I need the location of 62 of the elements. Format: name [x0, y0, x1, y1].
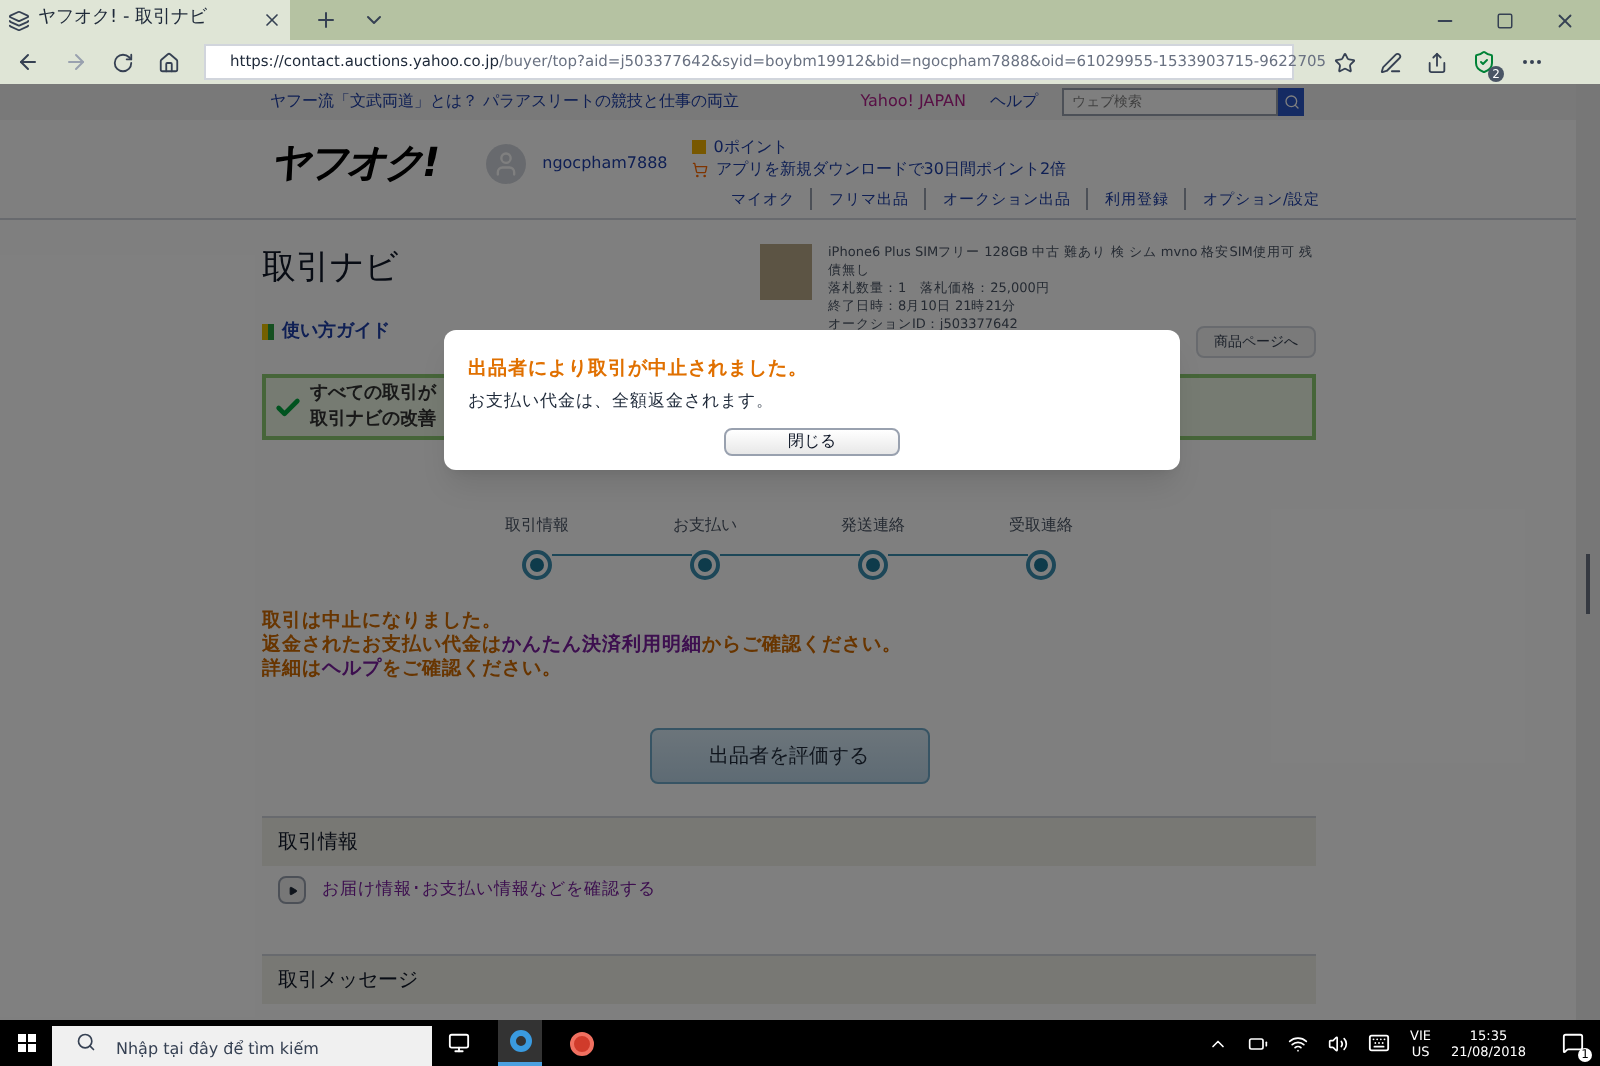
new-tab-icon[interactable] [314, 8, 338, 32]
username-link[interactable]: ngocpham7888 [542, 152, 668, 218]
notifications-icon[interactable] [1562, 1032, 1584, 1054]
favorites-icon[interactable] [1334, 51, 1356, 73]
share-icon[interactable] [1426, 51, 1448, 73]
step-label: 受取連絡 [1009, 514, 1073, 538]
status-message: 取引は中止になりました。 [262, 610, 504, 633]
banner-link[interactable]: ヤフー流「文武両道」とは？ パラアスリートの競技と仕事の両立 [270, 90, 861, 114]
expand-button[interactable] [278, 876, 306, 904]
keyboard-icon[interactable] [1368, 1032, 1391, 1054]
status-message: 返金されたお支払い代金はかんたん決済利用明細からご確認ください。 [262, 634, 904, 657]
step-connector [887, 554, 1027, 556]
promo-link[interactable]: アプリを新規ダウンロードで30日間ポイント2倍 [715, 158, 1067, 180]
points-icon [691, 140, 706, 154]
dialog-title: 出品者により取引が中止されました。 [468, 356, 810, 384]
status-message: 詳細はヘルプをご確認ください。 [262, 658, 564, 682]
rate-seller-button[interactable]: 出品者を評価する [649, 728, 929, 784]
message-link[interactable]: ヘルプ [322, 658, 382, 680]
guide-link[interactable]: 使い方ガイド [282, 319, 390, 346]
tab-title: ヤフオク! - 取引ナビ [38, 6, 210, 33]
page-title: 取引ナビ [262, 246, 398, 292]
taskbar-search-field[interactable]: Nhập tại đây để tìm kiếm [52, 1026, 432, 1066]
step-label: 取引情報 [505, 514, 569, 538]
step-label: お支払い [673, 514, 737, 538]
section-link[interactable]: お届け情報･お支払い情報などを確認する [322, 877, 656, 903]
step-connector [719, 554, 859, 556]
home-icon[interactable] [158, 51, 180, 73]
search-icon [76, 1032, 96, 1052]
notice-text: すべての取引が [310, 381, 436, 407]
check-icon [274, 393, 302, 421]
play-icon [287, 885, 297, 895]
volume-icon[interactable] [1328, 1033, 1349, 1053]
browser-tab[interactable]: ヤフオク! - 取引ナビ [0, 0, 290, 40]
site-logo[interactable]: ヤフオク! [270, 136, 439, 218]
section-header: 取引メッセージ [262, 954, 1316, 1004]
search-button[interactable] [1278, 88, 1304, 116]
step-label: 発送連絡 [841, 514, 905, 538]
shield-icon[interactable] [1472, 50, 1496, 74]
step-connector [551, 554, 691, 556]
section-header: 取引情報 [262, 816, 1316, 866]
cart-icon [691, 161, 708, 177]
help-link[interactable]: ヘルプ [990, 90, 1038, 114]
points-link[interactable]: 0ポイント [713, 136, 788, 158]
close-icon[interactable] [1554, 9, 1576, 31]
close-tab-icon[interactable] [262, 10, 282, 30]
message-link[interactable]: かんたん決済利用明細 [502, 634, 702, 656]
notice-text: 取引ナビの改善 [310, 407, 436, 433]
product-photo-placeholder [760, 244, 812, 300]
task-view-icon[interactable] [448, 1032, 470, 1054]
back-icon[interactable] [16, 50, 40, 74]
network-icon[interactable] [1288, 1033, 1309, 1053]
yahoo-japan-link[interactable]: Yahoo! JAPAN [860, 90, 966, 114]
pen-icon[interactable] [1380, 51, 1402, 73]
close-dialog-button[interactable]: 閉じる [724, 428, 900, 456]
tab-icon [8, 9, 30, 31]
battery-icon[interactable] [1248, 1033, 1269, 1053]
refresh-icon[interactable] [112, 51, 134, 73]
beginner-icon [262, 324, 274, 341]
maximize-icon[interactable] [1496, 11, 1514, 29]
dialog-message: お支払い代金は、全額返金されます。 [468, 390, 776, 416]
search-icon [1283, 94, 1299, 110]
browser-taskbar-icon[interactable] [509, 1030, 531, 1052]
